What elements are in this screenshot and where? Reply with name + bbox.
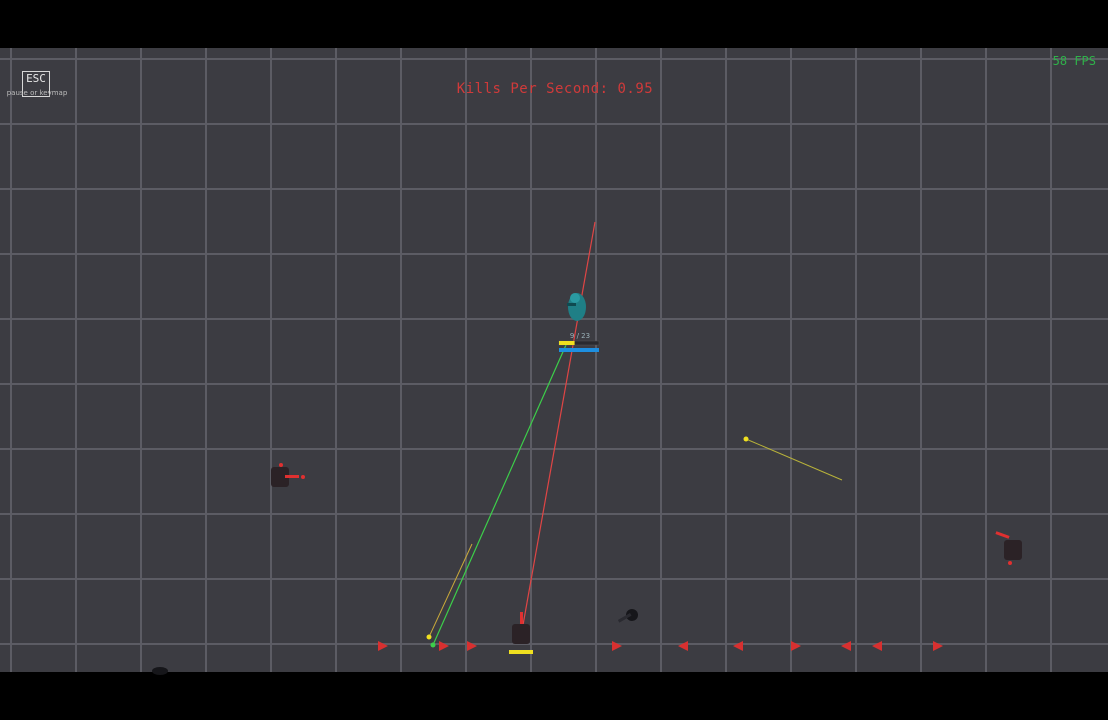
enemy-muzzle bbox=[301, 475, 305, 479]
spawn-arrow-icon bbox=[612, 641, 622, 651]
player-ammo-counter: 9 / 23 bbox=[570, 332, 590, 340]
enemy-weapon bbox=[995, 531, 1010, 539]
tracer-yellow-right bbox=[745, 438, 843, 481]
spawn-arrow-icon bbox=[678, 641, 688, 651]
pause-hint-label: pause or keymap bbox=[6, 89, 68, 97]
enemy-corpse bbox=[617, 609, 638, 623]
spawn-arrow-icon bbox=[733, 641, 743, 651]
enemy-eye bbox=[1008, 561, 1012, 565]
bullet-yellow bbox=[426, 634, 432, 640]
kills-per-second-readout: Kills Per Second: 0.95 bbox=[456, 81, 654, 97]
bullet-green bbox=[430, 642, 436, 648]
enemy-robot bbox=[271, 463, 305, 487]
spawn-arrow-icon bbox=[841, 641, 851, 651]
enemy-weapon bbox=[285, 475, 299, 478]
spawn-arrow-icon bbox=[791, 641, 801, 651]
game-viewport[interactable]: 9 / 23 ESC pause or keymap Kills Per Sec… bbox=[0, 0, 1108, 720]
enemy-body bbox=[512, 624, 530, 644]
laser-red-beam bbox=[522, 221, 596, 626]
enemy-corpse bbox=[152, 667, 168, 675]
enemy-weapon bbox=[520, 612, 523, 624]
enemy-robot bbox=[995, 531, 1022, 565]
enemy-corpse-body bbox=[152, 667, 168, 675]
player-gun bbox=[567, 303, 576, 306]
spawn-arrow-icon bbox=[872, 641, 882, 651]
spawn-arrow-icon bbox=[439, 641, 449, 651]
fps-counter: 58 FPS bbox=[1052, 54, 1096, 68]
spawn-arrow-icon bbox=[933, 641, 943, 651]
spawn-arrow-icon bbox=[378, 641, 388, 651]
player-health-bar-fill bbox=[559, 348, 599, 352]
player-character bbox=[567, 293, 586, 321]
enemy-eye bbox=[279, 463, 283, 467]
player-head bbox=[570, 293, 580, 303]
enemy-robot bbox=[509, 612, 533, 654]
spawn-markers bbox=[378, 641, 943, 651]
bullet-yellow bbox=[743, 436, 749, 442]
enemy-ammo-bar bbox=[509, 650, 533, 654]
spawn-arrow-icon bbox=[467, 641, 477, 651]
game-scene: 9 / 23 bbox=[152, 221, 1022, 675]
enemy-body bbox=[1004, 540, 1022, 560]
player-ammo-bar-fill bbox=[559, 341, 575, 345]
tracer-yellow-left bbox=[428, 543, 473, 638]
